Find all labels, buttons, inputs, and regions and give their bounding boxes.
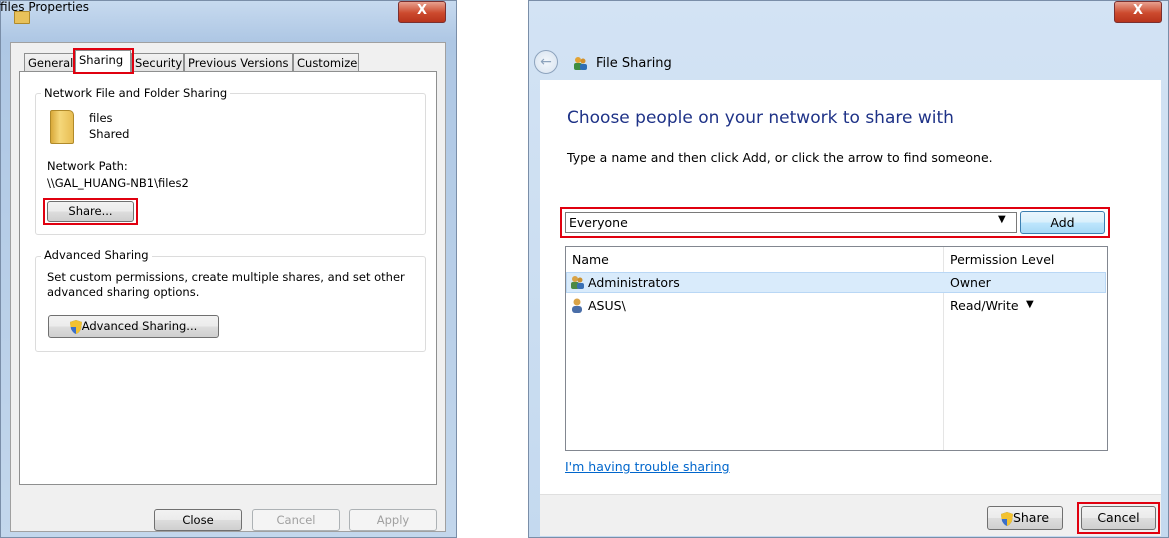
advanced-description-line1: Set custom permissions, create multiple … — [47, 270, 405, 284]
dropdown-arrow-icon[interactable]: ▼ — [1026, 299, 1034, 310]
folder-status: Shared — [89, 127, 130, 141]
row-name: ASUS\ — [588, 298, 626, 313]
share-button[interactable]: Share — [987, 506, 1063, 530]
close-button[interactable]: Close — [154, 509, 242, 531]
add-highlight — [560, 207, 1110, 238]
tab-security[interactable]: Security — [131, 53, 184, 71]
share-button-highlight — [43, 198, 138, 225]
network-path-value: \\GAL_HUANG-NB1\files2 — [47, 176, 189, 190]
shield-icon — [69, 319, 82, 334]
cancel-button[interactable]: Cancel — [252, 509, 340, 531]
tab-general[interactable]: General — [24, 53, 75, 71]
row-permission: Owner — [950, 275, 991, 290]
group-label: Network File and Folder Sharing — [41, 86, 231, 100]
advanced-sharing-label: Advanced Sharing... — [81, 319, 198, 333]
instruction-text: Type a name and then click Add, or click… — [567, 150, 993, 165]
advanced-sharing-button[interactable]: Advanced Sharing... — [48, 315, 219, 338]
dialog-footer — [540, 494, 1161, 536]
network-path-label: Network Path: — [47, 159, 128, 173]
trouble-sharing-link[interactable]: I'm having trouble sharing — [565, 459, 730, 474]
close-icon[interactable]: X — [398, 1, 446, 23]
folder-name: files — [89, 111, 113, 125]
dialog-title: files Properties — [0, 0, 89, 14]
file-sharing-icon — [574, 57, 587, 70]
group-users-icon — [571, 276, 584, 289]
cancel-highlight — [1077, 502, 1160, 534]
apply-button[interactable]: Apply — [349, 509, 437, 531]
row-name: Administrators — [588, 275, 680, 290]
close-icon[interactable]: X — [1114, 1, 1162, 23]
column-header-name[interactable]: Name — [572, 252, 609, 267]
group-label: Advanced Sharing — [41, 248, 152, 262]
dialog-title: File Sharing — [596, 56, 672, 71]
advanced-description-line2: advanced sharing options. — [47, 285, 200, 299]
folder-icon — [50, 110, 74, 144]
back-arrow-icon[interactable]: ← — [534, 50, 558, 74]
user-icon — [572, 298, 582, 313]
column-header-permission[interactable]: Permission Level — [950, 252, 1054, 267]
share-label: Share — [1012, 510, 1050, 525]
tab-previous-versions[interactable]: Previous Versions — [184, 53, 293, 71]
page-heading: Choose people on your network to share w… — [567, 108, 954, 128]
row-permission[interactable]: Read/Write — [950, 298, 1019, 313]
tab-customize[interactable]: Customize — [293, 53, 359, 71]
shield-icon — [1000, 511, 1013, 526]
sharing-tab-highlight — [73, 48, 134, 74]
